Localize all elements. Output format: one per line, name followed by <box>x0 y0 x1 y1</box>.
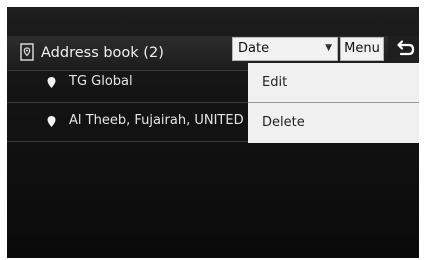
page-title: Address book (2) <box>41 45 164 61</box>
location-pin-icon <box>47 116 56 127</box>
sort-dropdown[interactable]: Date ▼ <box>232 37 338 61</box>
location-pin-icon <box>47 77 56 88</box>
chevron-down-icon: ▼ <box>325 43 332 53</box>
address-book-icon <box>20 43 34 61</box>
sort-value: Date <box>238 41 270 56</box>
menu-button[interactable]: Menu <box>340 37 384 61</box>
back-icon[interactable] <box>388 36 419 63</box>
address-label: TG Global <box>69 74 133 89</box>
navigation-screen: Address book (2) Date ▼ Menu TG Global A… <box>7 7 419 258</box>
delete-menu-item[interactable]: Delete <box>248 103 419 143</box>
menu-popup: Edit Delete <box>248 63 419 143</box>
edit-menu-item[interactable]: Edit <box>248 63 419 103</box>
